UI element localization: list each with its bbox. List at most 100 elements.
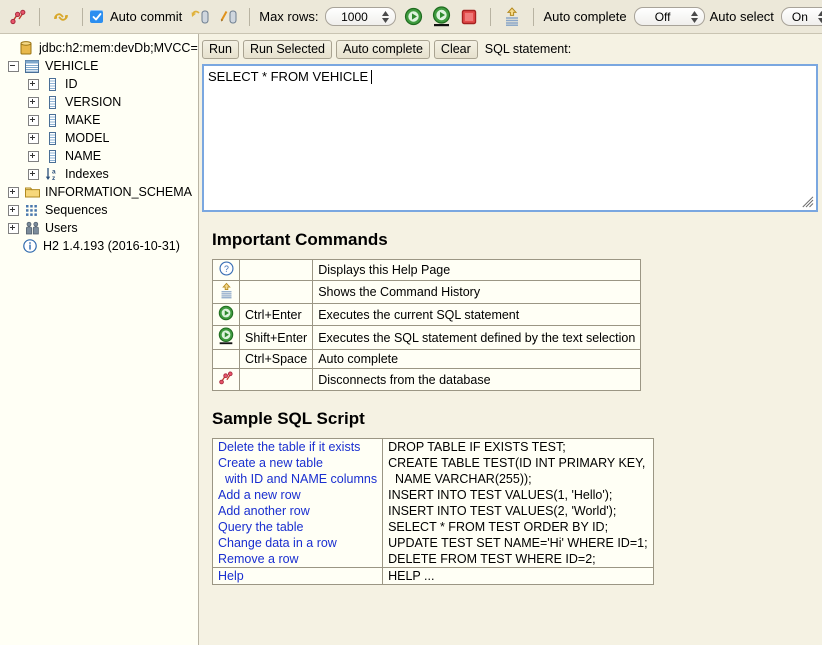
tree-item-version-info: H2 1.4.193 (2016-10-31) — [4, 237, 198, 255]
clear-button[interactable]: Clear — [433, 39, 478, 59]
command-icon-cell — [212, 325, 240, 350]
tree-item-column-version[interactable]: VERSION — [4, 93, 198, 111]
tree-item-column-make[interactable]: MAKE — [4, 111, 198, 129]
command-key — [238, 368, 314, 391]
tree-item-label: NAME — [65, 149, 102, 163]
toolbar-separator — [533, 7, 535, 26]
disconnect-icon[interactable] — [7, 6, 29, 28]
table-row: Help HELP ... — [211, 567, 654, 585]
max-rows-value: 1000 — [341, 9, 368, 24]
tree-item-label: INFORMATION_SCHEMA — [45, 185, 192, 199]
important-commands-title: Important Commands — [212, 230, 388, 249]
auto-select-select[interactable]: On — [780, 7, 822, 26]
stop-icon[interactable] — [458, 6, 480, 28]
stepper-arrows[interactable] — [382, 10, 395, 23]
main-toolbar: Auto commit Max rows: 1000 Auto complete… — [0, 0, 822, 34]
auto-commit-checkbox[interactable] — [90, 10, 103, 23]
auto-select-value: On — [791, 9, 808, 24]
run-icon[interactable] — [402, 6, 424, 28]
command-description: Shows the Command History — [312, 280, 642, 304]
h2-console-window: Auto commit Max rows: 1000 Auto complete… — [0, 0, 822, 645]
script-comment-line[interactable]: Add a new row — [213, 487, 382, 503]
table-row: Disconnects from the database — [212, 368, 642, 391]
tree-expander-plus[interactable] — [8, 204, 19, 216]
database-tree-sidebar[interactable]: jdbc:h2:mem:devDb;MVCC=TRU VEHICLE — [0, 34, 199, 645]
script-statement-line: DELETE FROM TEST WHERE ID=2; — [388, 552, 596, 566]
tree-item-label: H2 1.4.193 (2016-10-31) — [43, 239, 180, 253]
table-icon — [24, 58, 40, 74]
sql-statement-label: SQL statement: — [484, 42, 572, 56]
script-comment-line[interactable]: Query the table — [213, 519, 382, 535]
auto-complete-button[interactable]: Auto complete — [336, 39, 430, 59]
info-icon — [22, 238, 38, 254]
command-description: Auto complete — [312, 349, 642, 369]
column-icon — [44, 112, 60, 128]
tree-item-column-model[interactable]: MODEL — [4, 129, 198, 147]
tree-item-label: Users — [45, 221, 78, 235]
auto-complete-label: Auto complete — [543, 9, 627, 24]
command-icon-cell — [212, 368, 240, 391]
tree-expander-minus[interactable] — [8, 60, 19, 72]
history-icon[interactable] — [219, 282, 234, 302]
tree-expander-plus[interactable] — [8, 222, 19, 234]
toolbar-separator — [39, 7, 40, 26]
script-comments-cell: Delete the table if it exists Create a n… — [211, 438, 384, 568]
column-icon — [44, 148, 60, 164]
table-row: Ctrl+Enter Executes the current SQL stat… — [212, 303, 642, 326]
script-comment-line[interactable]: Change data in a row — [213, 535, 382, 551]
command-icon-cell — [212, 349, 240, 369]
tree-expander-plus[interactable] — [28, 114, 39, 126]
script-statement-line: INSERT INTO TEST VALUES(2, 'World'); — [388, 504, 617, 518]
run-button[interactable]: Run — [202, 39, 239, 59]
sequences-icon — [24, 202, 40, 218]
tree-item-indexes[interactable]: a z Indexes — [4, 165, 198, 183]
tree-expander-plus[interactable] — [28, 96, 39, 108]
command-key: Ctrl+Space — [238, 349, 314, 369]
tree-expander-plus[interactable] — [28, 78, 39, 90]
tree-item-label: Sequences — [45, 203, 108, 217]
history-icon[interactable] — [501, 6, 523, 28]
tree-expander-plus[interactable] — [28, 150, 39, 162]
tree-expander-plus[interactable] — [28, 132, 39, 144]
tree-item-label: Indexes — [65, 167, 109, 181]
help-icon[interactable]: ? — [218, 261, 234, 279]
script-comment-line[interactable]: Create a new table — [213, 455, 382, 471]
tree-item-users[interactable]: Users — [4, 219, 198, 237]
script-comment-line[interactable]: with ID and NAME columns — [213, 471, 382, 487]
script-statement-line: DROP TABLE IF EXISTS TEST; — [388, 440, 566, 454]
table-row: ? Displays this Help Page — [212, 259, 642, 281]
run-icon[interactable] — [218, 305, 234, 324]
script-comment-line[interactable]: Add another row — [213, 503, 382, 519]
script-comment-line[interactable]: Delete the table if it exists — [213, 439, 382, 455]
table-row: Shows the Command History — [212, 280, 642, 304]
select-arrows[interactable] — [817, 10, 822, 23]
database-icon — [18, 40, 34, 56]
script-statement-line: INSERT INTO TEST VALUES(1, 'Hello'); — [388, 488, 613, 502]
script-statements-cell: DROP TABLE IF EXISTS TEST; CREATE TABLE … — [382, 438, 654, 568]
column-icon — [44, 94, 60, 110]
rollback-icon[interactable] — [217, 6, 239, 28]
run-selected-icon[interactable] — [430, 6, 452, 28]
script-comment-line[interactable]: Remove a row — [213, 551, 382, 567]
refresh-icon[interactable] — [50, 6, 72, 28]
disconnect-icon[interactable] — [218, 371, 234, 389]
tree-item-column-id[interactable]: ID — [4, 75, 198, 93]
commit-icon[interactable] — [189, 6, 211, 28]
max-rows-stepper[interactable]: 1000 — [325, 7, 397, 26]
tree-item-information-schema[interactable]: INFORMATION_SCHEMA — [4, 183, 198, 201]
tree-expander-plus[interactable] — [28, 168, 39, 180]
tree-item-vehicle[interactable]: VEHICLE — [4, 57, 198, 75]
auto-complete-select[interactable]: Off — [633, 7, 705, 26]
resize-grip-icon[interactable] — [802, 196, 814, 208]
select-arrows[interactable] — [690, 10, 704, 23]
tree-item-sequences[interactable]: Sequences — [4, 201, 198, 219]
tree-item-column-name[interactable]: NAME — [4, 147, 198, 165]
command-description: Disconnects from the database — [312, 368, 642, 391]
sql-editor-textarea[interactable]: SELECT * FROM VEHICLE — [202, 64, 818, 212]
run-selected-icon[interactable] — [218, 327, 234, 348]
run-selected-button[interactable]: Run Selected — [242, 39, 332, 59]
users-icon — [24, 220, 40, 236]
tree-expander-plus[interactable] — [8, 186, 19, 198]
tree-item-connection[interactable]: jdbc:h2:mem:devDb;MVCC=TRU — [4, 39, 198, 57]
script-comment-line[interactable]: Help — [213, 568, 382, 584]
